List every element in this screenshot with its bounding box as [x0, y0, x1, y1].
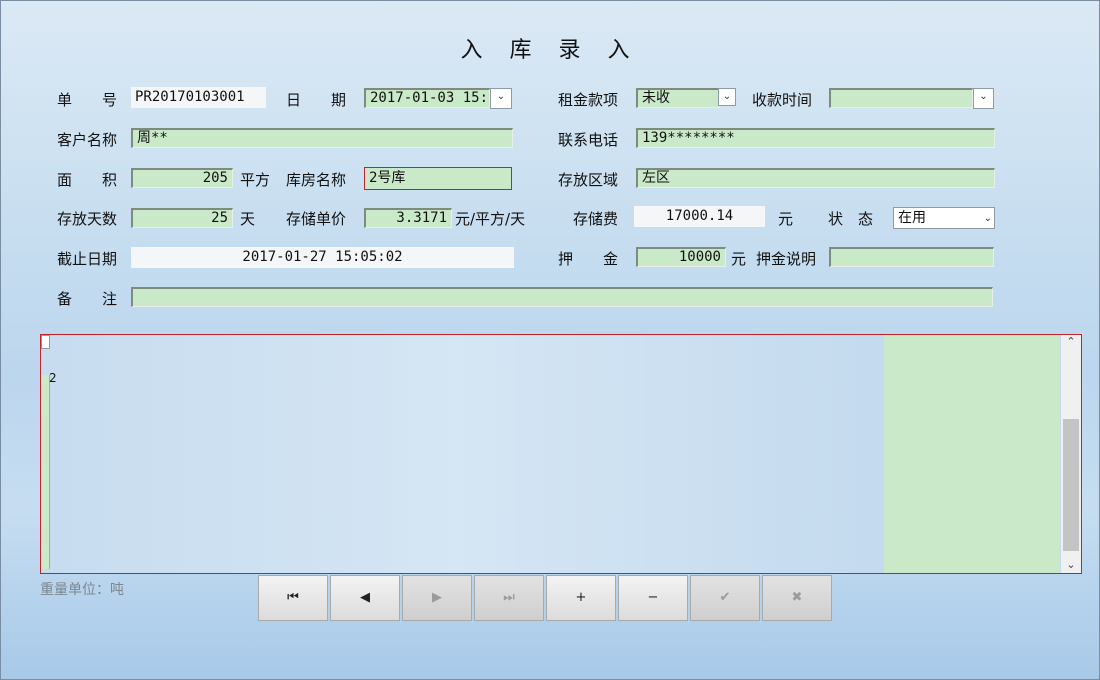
end-date-label: 截止日期: [57, 250, 118, 268]
grid-vertical-scrollbar[interactable]: ⌃ ⌄: [1061, 335, 1081, 573]
detail-grid[interactable]: 2 ⌃ ⌄: [40, 334, 1082, 574]
next-icon: ▶: [432, 590, 442, 605]
page-title: 入 库 录 入: [460, 38, 640, 63]
zone-label: 存放区域: [558, 171, 619, 189]
end-date-field: 2017-01-27 15:05:02: [131, 247, 514, 268]
deposit-note-label: 押金说明: [756, 250, 817, 268]
date-dropdown-button[interactable]: ⌄: [490, 88, 512, 109]
add-record-button[interactable]: +: [546, 575, 616, 621]
area-unit-label: 平方: [240, 171, 271, 189]
grid-row-header: [41, 375, 50, 569]
grid-corner-cell[interactable]: [41, 335, 50, 349]
minus-icon: −: [647, 590, 659, 605]
remark-label: 备 注: [57, 290, 118, 308]
area-field[interactable]: 205: [131, 168, 233, 188]
status-label: 状 态: [828, 210, 874, 228]
check-icon: ✔: [719, 590, 731, 605]
grid-row-indicator: 2: [49, 371, 57, 385]
grid-column: [884, 335, 1060, 573]
warehouse-label: 库房名称: [286, 171, 347, 189]
rent-item-label: 租金款项: [558, 91, 619, 109]
delete-record-button[interactable]: −: [618, 575, 688, 621]
payment-time-field[interactable]: [829, 88, 973, 108]
prev-icon: ◀: [360, 590, 370, 605]
fee-label: 存储费: [573, 210, 619, 228]
fee-unit-label: 元: [778, 210, 794, 228]
deposit-label: 押 金: [558, 250, 619, 268]
warehouse-field[interactable]: 2号库: [364, 167, 512, 190]
last-icon: ⏭: [503, 590, 515, 605]
save-record-button[interactable]: ✔: [690, 575, 760, 621]
rent-item-select[interactable]: 未收: [636, 88, 720, 108]
customer-field[interactable]: 周**: [131, 128, 513, 148]
rent-item-dropdown-button[interactable]: ⌄: [718, 88, 736, 106]
first-record-button[interactable]: ⏮: [258, 575, 328, 621]
weight-unit-note: 重量单位：吨: [40, 582, 124, 598]
deposit-note-field[interactable]: [829, 247, 994, 267]
first-icon: ⏮: [287, 590, 299, 605]
days-unit-label: 天: [240, 210, 256, 228]
scroll-up-icon[interactable]: ⌃: [1061, 335, 1081, 348]
doc-no-field: PR20170103001: [131, 87, 266, 108]
date-label: 日 期: [286, 91, 347, 109]
deposit-unit-label: 元: [731, 250, 747, 268]
remark-field[interactable]: [131, 287, 993, 307]
last-record-button[interactable]: ⏭: [474, 575, 544, 621]
days-label: 存放天数: [57, 210, 118, 228]
price-unit-label: 元/平方/天: [455, 210, 526, 228]
cancel-icon: ✖: [791, 590, 803, 605]
next-record-button[interactable]: ▶: [402, 575, 472, 621]
prev-record-button[interactable]: ◀: [330, 575, 400, 621]
unit-price-label: 存储单价: [286, 210, 347, 228]
area-label: 面 积: [57, 171, 118, 189]
status-select[interactable]: 在用 ⌄: [893, 207, 995, 229]
chevron-down-icon: ⌄: [983, 213, 992, 224]
date-field[interactable]: 2017-01-03 15:: [364, 88, 490, 108]
scrollbar-thumb[interactable]: [1063, 419, 1079, 551]
payment-time-dropdown-button[interactable]: ⌄: [973, 88, 994, 109]
payment-time-label: 收款时间: [752, 91, 813, 109]
phone-label: 联系电话: [558, 131, 619, 149]
fee-field: 17000.14: [634, 206, 765, 227]
doc-no-label: 单 号: [57, 91, 118, 109]
unit-price-field[interactable]: 3.3171: [364, 208, 452, 228]
days-field[interactable]: 25: [131, 208, 233, 228]
scroll-down-icon[interactable]: ⌄: [1061, 558, 1081, 571]
cancel-record-button[interactable]: ✖: [762, 575, 832, 621]
status-select-value: 在用: [898, 210, 926, 226]
deposit-field[interactable]: 10000: [636, 247, 726, 267]
phone-field[interactable]: 139********: [636, 128, 995, 148]
zone-field[interactable]: 左区: [636, 168, 995, 188]
plus-icon: +: [575, 590, 587, 605]
customer-label: 客户名称: [57, 131, 118, 149]
